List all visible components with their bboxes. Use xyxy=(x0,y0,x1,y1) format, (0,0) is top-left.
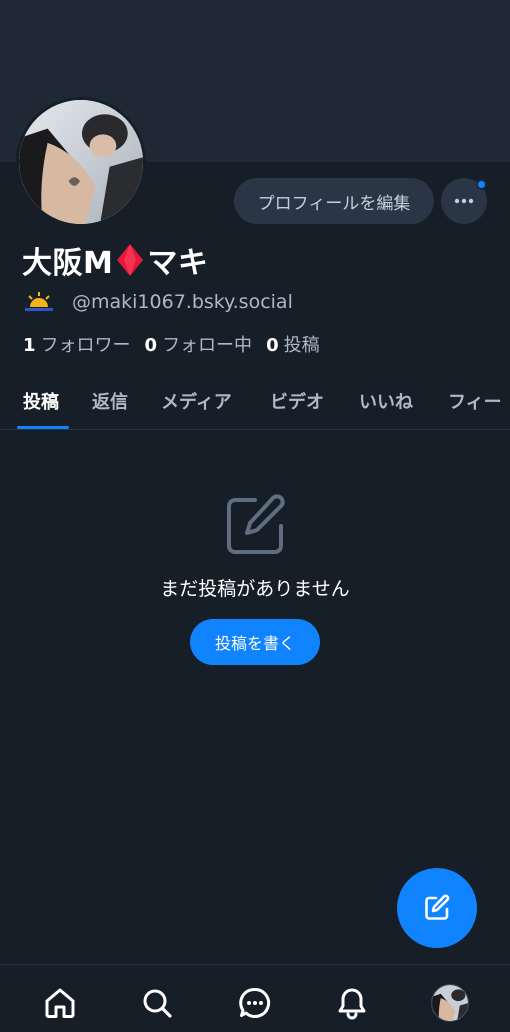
sunrise-icon xyxy=(25,292,53,311)
display-name: 大阪M マキ xyxy=(22,240,209,281)
followers-label: フォロワー xyxy=(40,335,131,356)
profile-tabs: 投稿 返信 メディア ビデオ いいね フィー xyxy=(0,372,510,430)
posts-label: 投稿 xyxy=(283,335,320,356)
tab-media[interactable]: メディア xyxy=(161,372,232,429)
display-name-suffix: マキ xyxy=(147,246,209,281)
avatar-thumbnail xyxy=(432,985,468,1021)
empty-message: まだ投稿がありません xyxy=(160,578,350,600)
nav-search[interactable] xyxy=(137,983,177,1023)
profile-screen: プロフィールを編集 大阪M マキ @maki1067.bsky.social 1… xyxy=(0,0,510,1032)
ellipsis-icon xyxy=(454,198,474,204)
tab-posts[interactable]: 投稿 xyxy=(23,372,59,429)
nav-profile[interactable] xyxy=(430,983,470,1023)
compose-icon xyxy=(227,494,285,554)
chat-icon xyxy=(239,987,271,1018)
user-handle[interactable]: @maki1067.bsky.social xyxy=(72,291,293,313)
followers-stat[interactable]: 1 フォロワー xyxy=(23,331,131,357)
bottom-navigation xyxy=(0,964,510,1032)
active-tab-indicator xyxy=(17,426,69,429)
tab-videos[interactable]: ビデオ xyxy=(270,372,324,429)
nav-notifications[interactable] xyxy=(332,983,372,1023)
nav-chat[interactable] xyxy=(235,983,275,1023)
nav-home[interactable] xyxy=(40,983,80,1023)
profile-avatar xyxy=(431,984,469,1022)
following-stat[interactable]: 0 フォロー中 xyxy=(145,331,253,357)
search-icon xyxy=(143,989,172,1018)
write-post-button[interactable]: 投稿を書く xyxy=(190,619,320,665)
tab-replies[interactable]: 返信 xyxy=(92,372,128,429)
diamond-icon xyxy=(117,244,144,276)
tab-feeds[interactable]: フィー xyxy=(448,372,502,429)
posts-stat: 0 投稿 xyxy=(266,331,320,357)
profile-avatar-large[interactable] xyxy=(16,97,146,227)
tab-likes[interactable]: いいね xyxy=(359,372,413,429)
posts-count: 0 xyxy=(266,335,279,356)
avatar-photo xyxy=(19,100,143,224)
handle-row: @maki1067.bsky.social xyxy=(24,288,293,316)
home-icon xyxy=(45,988,75,1018)
following-count: 0 xyxy=(144,335,158,356)
display-name-prefix: 大阪M xyxy=(22,246,114,281)
notification-dot xyxy=(476,179,487,190)
bell-icon xyxy=(338,988,366,1020)
compose-icon xyxy=(425,894,450,920)
compose-fab[interactable] xyxy=(397,868,477,948)
edit-profile-button[interactable]: プロフィールを編集 xyxy=(234,178,434,224)
following-label: フォロー中 xyxy=(162,335,253,356)
empty-state: まだ投稿がありません 投稿を書く xyxy=(0,490,510,665)
followers-count: 1 xyxy=(23,335,36,356)
profile-stats: 1 フォロワー 0 フォロー中 0 投稿 xyxy=(23,330,320,358)
